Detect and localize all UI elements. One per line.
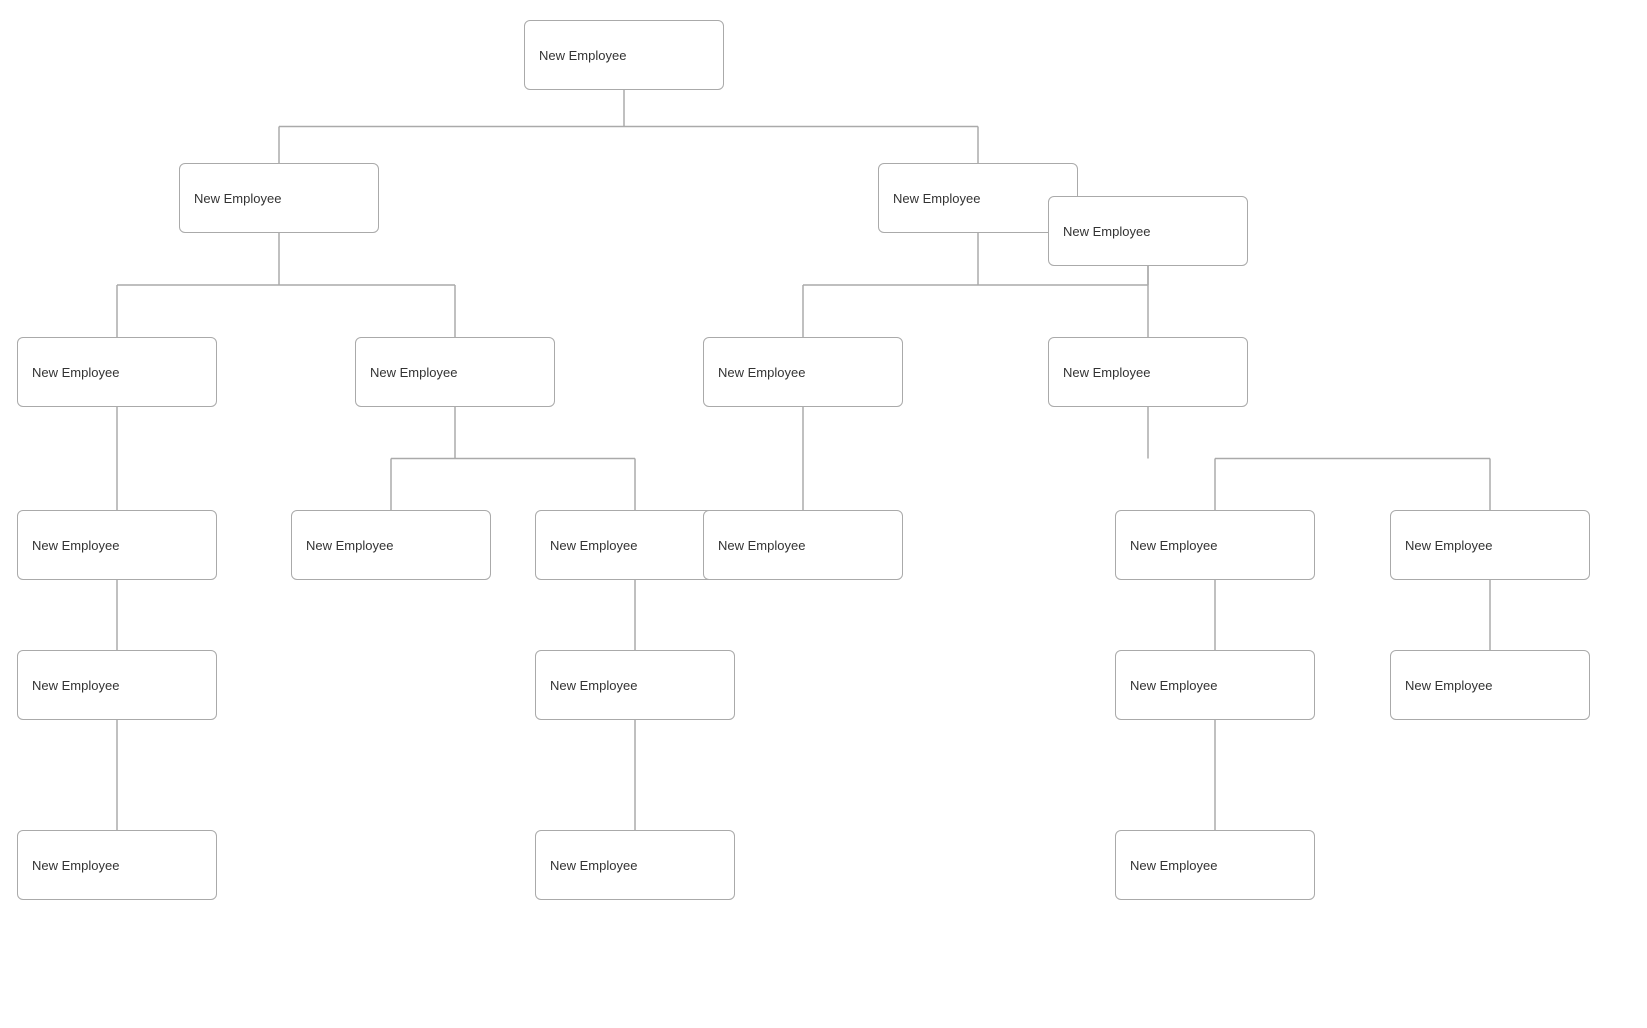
- employee-node-l3_rr_right[interactable]: New Employee: [1390, 510, 1590, 580]
- employee-node-l3_ll_child[interactable]: New Employee: [17, 510, 217, 580]
- employee-node-l1_left[interactable]: New Employee: [179, 163, 379, 233]
- employee-node-l5_rr_mid[interactable]: New Employee: [1115, 830, 1315, 900]
- employee-node-root[interactable]: New Employee: [524, 20, 724, 90]
- employee-node-l4_rr_mid[interactable]: New Employee: [1115, 650, 1315, 720]
- employee-node-l4_lr_right[interactable]: New Employee: [535, 650, 735, 720]
- employee-node-l3_rl_child[interactable]: New Employee: [703, 510, 903, 580]
- employee-node-l2_rl[interactable]: New Employee: [703, 337, 903, 407]
- employee-node-l5_ll[interactable]: New Employee: [17, 830, 217, 900]
- employee-node-l5_lr_right[interactable]: New Employee: [535, 830, 735, 900]
- employee-node-l3_rr_mid[interactable]: New Employee: [1115, 510, 1315, 580]
- employee-node-l4_rr_right[interactable]: New Employee: [1390, 650, 1590, 720]
- employee-node-l2_lr[interactable]: New Employee: [355, 337, 555, 407]
- org-chart: New Employee New Employee New Employee New …: [0, 0, 1647, 1028]
- employee-node-l3_lr_left[interactable]: New Employee: [291, 510, 491, 580]
- employee-node-l4_ll[interactable]: New Employee: [17, 650, 217, 720]
- employee-node-l2_ll[interactable]: New Employee: [17, 337, 217, 407]
- employee-node-l3_rr_left[interactable]: New Employee: [1048, 337, 1248, 407]
- employee-node-l2_rr[interactable]: New Employee: [1048, 196, 1248, 266]
